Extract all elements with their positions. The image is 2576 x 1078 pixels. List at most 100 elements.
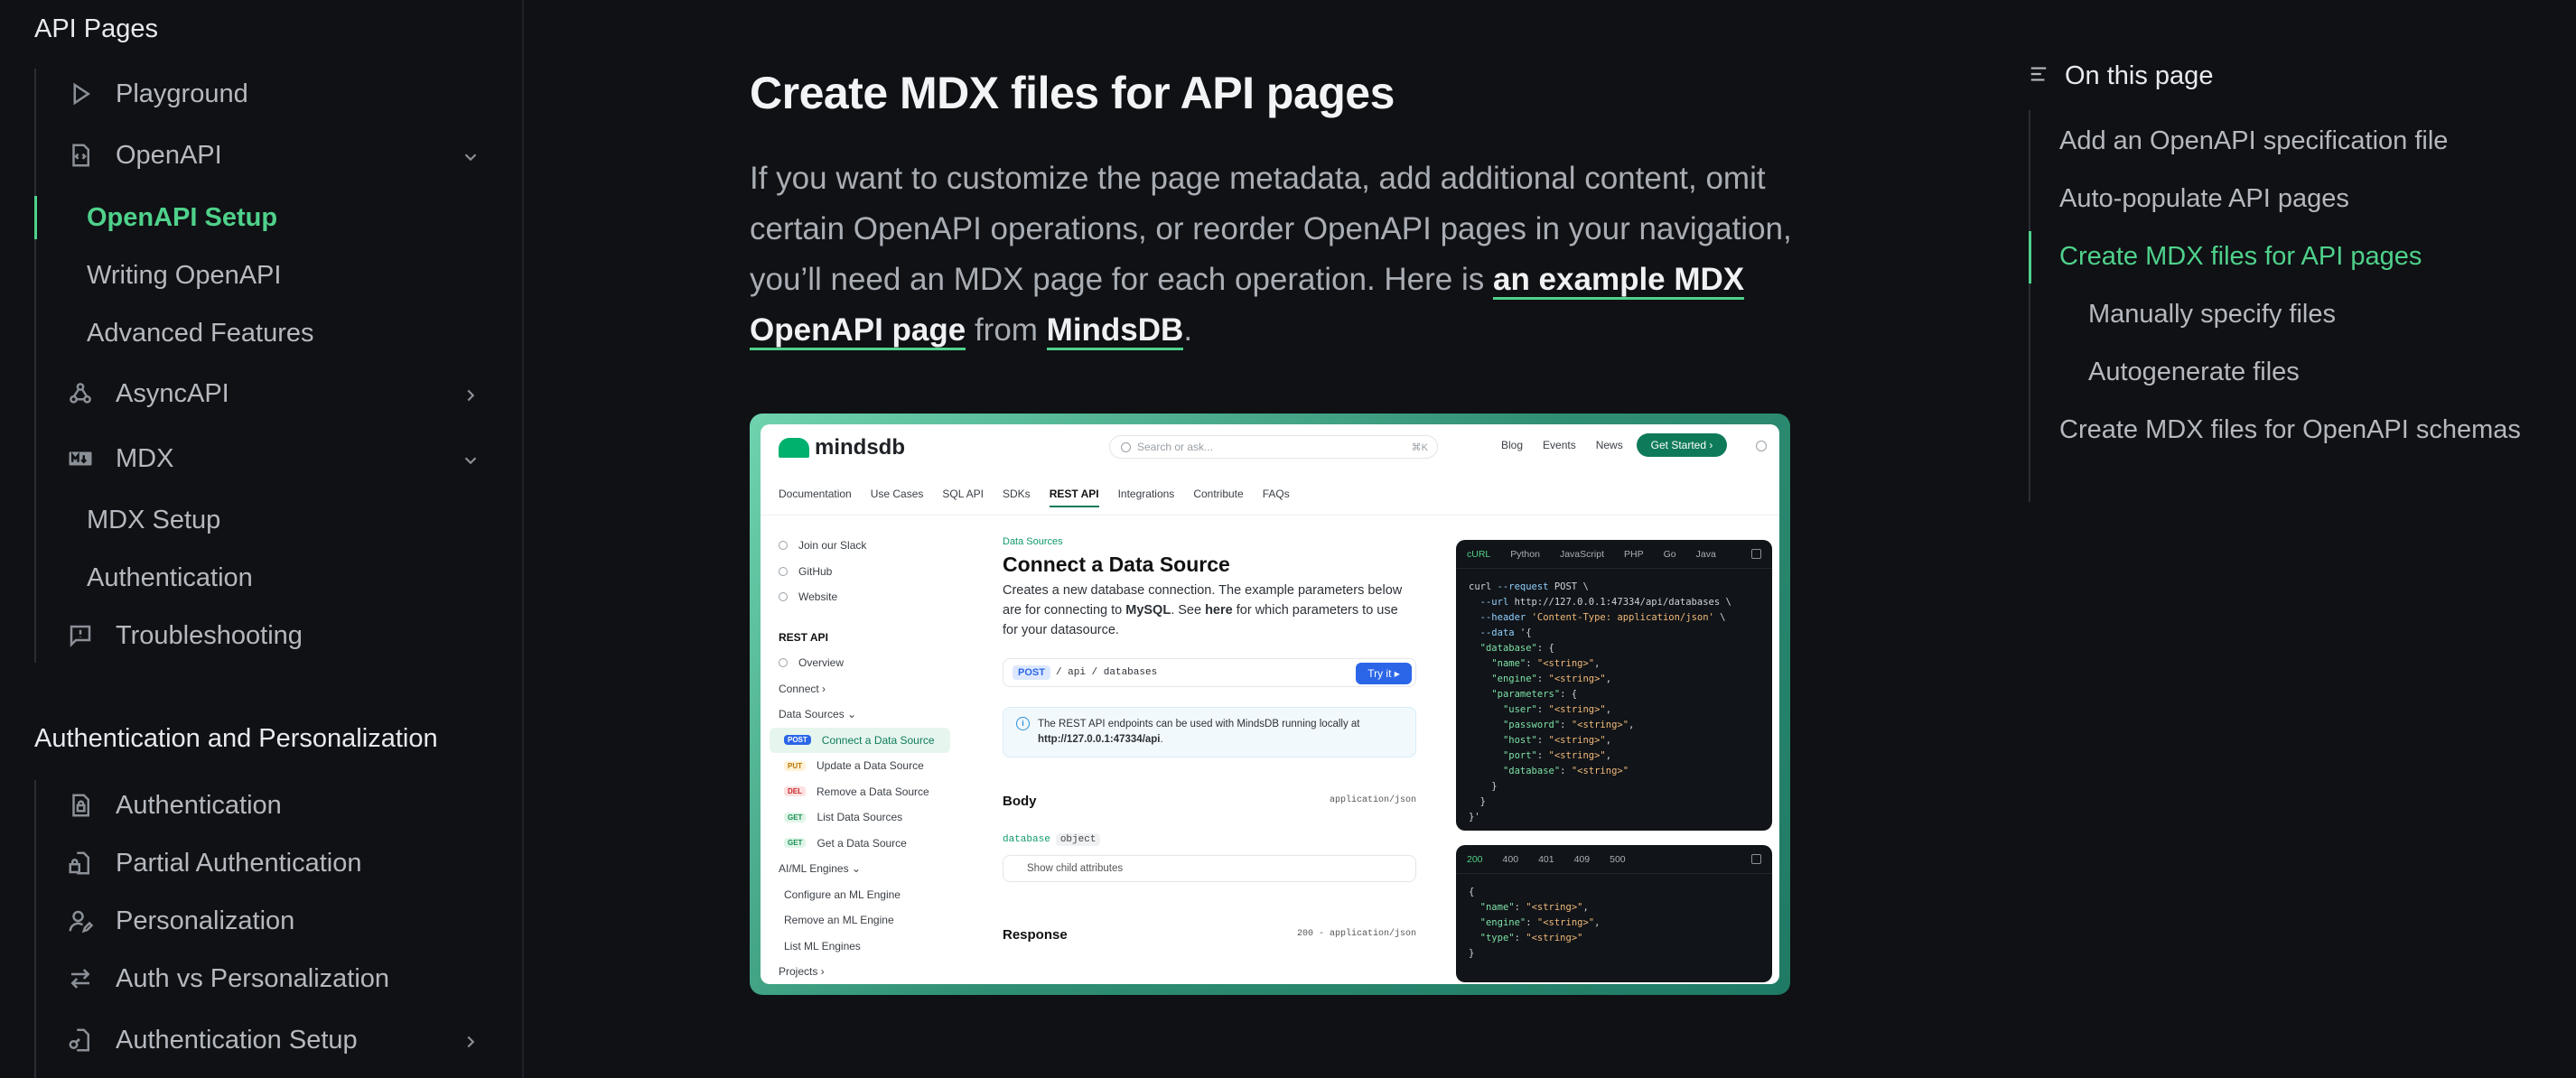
list-item-label: Update a Data Source [817,759,924,773]
list-item-label: List Data Sources [817,811,903,824]
list-section-title: REST API [779,630,828,644]
response-tab: 409 [1573,853,1591,865]
list-item: List ML Engines [784,939,861,953]
sidebar-item-writing-openapi[interactable]: Writing OpenAPI [34,250,482,301]
list-item: Overview [770,650,959,676]
logo-text: mindsdb [815,435,905,460]
example-description: Creates a new database connection. The e… [1003,581,1416,640]
toc-item-autogenerate[interactable]: Autogenerate files [2088,350,2558,394]
chevron-right-icon[interactable] [461,383,482,404]
list-item-label: Remove a Data Source [817,785,929,798]
toc-rail [2029,110,2030,502]
list-item: Data Sources ⌄ [779,708,857,721]
get-started-button: Get Started › [1637,433,1727,457]
chevron-right-icon[interactable] [461,1029,482,1051]
field-name: database [1003,834,1050,845]
sidebar-item-label: Advanced Features [87,318,314,348]
list-item: DEL Remove a Data Source [770,779,959,805]
example-tabs: Documentation Use Cases SQL API SDKs RES… [779,488,1290,507]
response-tab: 400 [1502,853,1519,865]
endpoint-path: / api / databases [1055,667,1158,678]
example-info-callout: The REST API endpoints can be used with … [1003,707,1416,757]
sidebar-item-label: OpenAPI Setup [87,202,278,232]
user-pen-icon [65,906,96,936]
toc-item-manually-specify[interactable]: Manually specify files [2088,293,2558,336]
response-tab: 500 [1610,853,1626,865]
list-item: Projects › [779,965,825,979]
content-type: application/json [1329,795,1416,805]
list-item: Remove an ML Engine [784,914,894,927]
webhook-icon [65,378,96,409]
sidebar-item-mdx[interactable]: MDX [34,433,482,484]
toc-title: On this page [2065,61,2214,90]
method-badge: GET [784,838,807,849]
slack-icon [779,541,788,551]
sidebar-item-asyncapi[interactable]: AsyncAPI [34,368,482,419]
theme-toggle-icon [1756,441,1767,451]
response-tab: 401 [1538,853,1554,865]
example-breadcrumb: Data Sources [1003,536,1063,547]
info-text: . [1160,734,1163,745]
file-code-icon [65,140,96,171]
example-topbar: mindsdb Search or ask... ⌘K Blog Events N… [761,424,1779,468]
sidebar-item-openapi[interactable]: OpenAPI [34,130,482,181]
list-item-label: Website [798,590,838,604]
example-response-heading: Response 200 - application/json [1003,927,1416,945]
list-item: GitHub [770,559,959,585]
toc-item-add-openapi-spec[interactable]: Add an OpenAPI specification file [2059,119,2529,163]
sidebar-item-partial-authentication[interactable]: Partial Authentication [34,838,482,888]
toc-item-auto-populate[interactable]: Auto-populate API pages [2059,177,2529,220]
sidebar-item-mdx-setup[interactable]: MDX Setup [34,495,482,545]
code-tabs: cURL Python JavaScript PHP Go Java [1456,540,1772,569]
chevron-down-icon[interactable] [461,448,482,469]
example-body-heading: Body application/json [1003,794,1416,812]
mindsdb-logo-icon [779,438,809,458]
sidebar-item-auth-vs-personalization[interactable]: Auth vs Personalization [34,953,482,1004]
sidebar-item-playground[interactable]: Playground [34,69,482,119]
sidebar-item-advanced-features[interactable]: Advanced Features [34,308,482,358]
try-it-button: Try it ▸ [1356,663,1412,684]
top-link-news: News [1595,439,1623,451]
left-sidebar: API Pages Playground OpenAPI OpenAPI Set… [0,0,524,1078]
list-item: Configure an ML Engine [784,887,901,901]
intro-mid-text: from [966,312,1047,348]
response-tabs: 200 400 401 409 500 [1456,845,1772,874]
example-main: Data Sources Connect a Data Source Creat… [1003,536,1416,945]
copy-icon [1751,549,1761,559]
sidebar-item-openapi-setup[interactable]: OpenAPI Setup [34,192,482,243]
mindsdb-link[interactable]: MindsDB [1046,312,1184,350]
example-field: database object [1003,833,1416,846]
sidebar-item-label: MDX Setup [87,505,221,534]
copy-icon [1751,854,1761,864]
sidebar-item-label: Personalization [116,906,295,935]
toc-item-mdx-openapi-schemas[interactable]: Create MDX files for OpenAPI schemas [2059,408,2529,451]
field-type: object [1055,833,1101,846]
method-badge: POST [784,735,811,746]
toc-item-create-mdx-files[interactable]: Create MDX files for API pages [2029,231,2529,283]
lock-file-icon [65,790,96,821]
response-code: { "name": "<string>", "engine": "<string… [1469,887,1601,959]
desc-link: here [1205,603,1233,618]
sidebar-item-label: Authentication Setup [116,1025,358,1055]
method-badge: GET [784,812,807,822]
intro-end-text: . [1183,312,1193,348]
method-badge: PUT [784,760,806,771]
github-icon [779,566,788,576]
group-title-api-pages: API Pages [34,14,159,43]
overview-icon [779,658,788,668]
sidebar-item-label: Authentication [87,562,253,592]
chevron-down-icon[interactable] [461,144,482,166]
play-icon [65,79,96,109]
sidebar-item-authentication-setup[interactable]: Authentication Setup [34,1015,482,1065]
sidebar-item-personalization[interactable]: Personalization [34,896,482,946]
example-endpoint-bar: POST / api / databases Try it ▸ [1003,658,1416,687]
sidebar-item-mdx-authentication[interactable]: Authentication [34,553,482,603]
sidebar-item-troubleshooting[interactable]: Troubleshooting [34,610,482,661]
sidebar-item-label: Playground [116,79,248,108]
example-tab: SDKs [1003,488,1031,500]
search-shortcut: ⌘K [1411,441,1428,453]
example-screenshot: mindsdb Search or ask... ⌘K Blog Events N… [761,424,1779,984]
example-top-links: Blog Events News [1501,439,1623,451]
sidebar-item-label: Writing OpenAPI [87,260,282,290]
sidebar-item-authentication[interactable]: Authentication [34,780,482,831]
